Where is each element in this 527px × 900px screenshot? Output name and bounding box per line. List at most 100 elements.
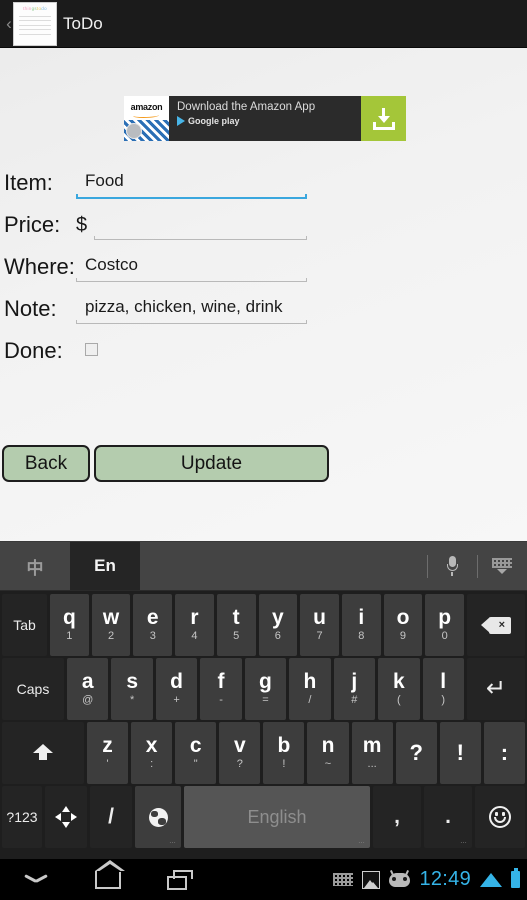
nav-back-button[interactable]	[0, 874, 72, 885]
screenshot-icon[interactable]	[362, 870, 381, 889]
key-colon[interactable]: :	[483, 722, 525, 784]
voice-input-button[interactable]	[427, 542, 477, 590]
key-a[interactable]: a @	[67, 658, 109, 720]
key-h-main: h	[303, 670, 317, 693]
app-icon[interactable]: thingstodo	[13, 2, 57, 46]
currency-symbol: $	[76, 214, 88, 236]
key-m[interactable]: m ...	[351, 722, 393, 784]
cyanogenmod-icon[interactable]	[389, 869, 411, 887]
key-question[interactable]: ?	[395, 722, 437, 784]
keyboard-status-icon[interactable]	[333, 873, 354, 886]
dpad-arrows-icon	[55, 806, 77, 828]
key-g-sub: =	[262, 694, 269, 706]
key-enter[interactable]: ↵	[466, 658, 525, 720]
key-i[interactable]: i 8	[341, 594, 381, 656]
back-button[interactable]: Back	[2, 445, 90, 482]
key-period-dots: …	[460, 838, 468, 845]
key-v[interactable]: v ?	[219, 722, 261, 784]
key-r[interactable]: r 4	[175, 594, 214, 656]
label-note: Note:	[4, 296, 57, 321]
key-t[interactable]: t 5	[216, 594, 256, 656]
amazon-circle-icon	[126, 123, 142, 139]
key-g-main: g	[259, 670, 272, 693]
hide-keyboard-button[interactable]	[477, 542, 527, 590]
key-tab-label: Tab	[13, 617, 36, 633]
key-exclamation[interactable]: !	[439, 722, 481, 784]
field-where[interactable]: Costco	[76, 250, 307, 282]
key-space-dots: …	[358, 838, 366, 845]
key-u[interactable]: u 7	[300, 594, 339, 656]
key-y[interactable]: y 6	[258, 594, 298, 656]
field-price[interactable]	[94, 208, 307, 240]
key-n[interactable]: n ~	[307, 722, 349, 784]
key-j[interactable]: j #	[333, 658, 376, 720]
update-button[interactable]: Update	[94, 445, 329, 482]
key-comma[interactable]: ,	[373, 786, 421, 848]
key-dpad[interactable]	[45, 786, 87, 848]
input-note-value[interactable]: pizza, chicken, wine, drink	[76, 292, 307, 323]
key-h[interactable]: h /	[289, 658, 331, 720]
key-u-main: u	[313, 606, 326, 629]
input-item-value[interactable]: Food	[76, 166, 307, 197]
key-space[interactable]: English …	[184, 786, 370, 848]
key-o[interactable]: o 9	[383, 594, 423, 656]
key-o-main: o	[396, 606, 410, 629]
key-comma-label: ,	[394, 805, 400, 828]
key-x[interactable]: x :	[131, 722, 173, 784]
key-l[interactable]: l )	[422, 658, 464, 720]
ad-banner[interactable]: amazon Download the Amazon App Google pl…	[124, 96, 406, 141]
key-f[interactable]: f -	[200, 658, 242, 720]
field-note[interactable]: pizza, chicken, wine, drink	[76, 292, 307, 324]
done-checkbox[interactable]	[85, 343, 98, 356]
key-s-main: s	[126, 670, 138, 693]
key-backspace[interactable]: ×	[467, 594, 526, 656]
recents-icon	[167, 869, 193, 890]
key-q-main: q	[62, 606, 76, 629]
battery-full-icon[interactable]	[511, 868, 520, 888]
ad-download-button[interactable]	[361, 96, 406, 141]
key-p-sub: 0	[441, 630, 448, 642]
nav-home-button[interactable]	[72, 859, 144, 889]
key-j-main: j	[351, 670, 358, 693]
key-c[interactable]: c "	[175, 722, 217, 784]
key-x-sub: :	[150, 758, 154, 770]
key-slash-label: /	[108, 805, 114, 828]
tab-english[interactable]: En	[70, 542, 140, 590]
key-symbols[interactable]: ?123	[2, 786, 42, 848]
key-period[interactable]: . …	[424, 786, 472, 848]
action-bar: ‹ thingstodo ToDo	[0, 0, 527, 48]
key-language-dots: …	[169, 838, 177, 845]
wifi-icon[interactable]	[480, 872, 502, 887]
key-language[interactable]: …	[135, 786, 181, 848]
key-c-main: c	[189, 734, 202, 757]
app-icon-text: thingstodo	[23, 6, 47, 11]
key-slash[interactable]: /	[90, 786, 132, 848]
label-where: Where:	[4, 254, 75, 279]
key-k[interactable]: k (	[378, 658, 420, 720]
key-emoji[interactable]	[475, 786, 525, 848]
form-row-note: Note: pizza, chicken, wine, drink	[0, 292, 527, 326]
key-shift[interactable]	[2, 722, 84, 784]
key-s[interactable]: s *	[111, 658, 153, 720]
input-where-value[interactable]: Costco	[76, 250, 307, 281]
tab-chinese[interactable]: 中	[0, 542, 70, 590]
key-caps[interactable]: Caps	[2, 658, 64, 720]
key-colon-label: :	[500, 740, 509, 765]
key-w[interactable]: w 2	[91, 594, 131, 656]
keyboard-toolbar: 中 En	[0, 542, 527, 591]
status-clock[interactable]: 12:49	[419, 868, 471, 891]
input-price-value[interactable]	[94, 208, 307, 239]
key-e[interactable]: e 3	[133, 594, 173, 656]
key-d[interactable]: d +	[155, 658, 198, 720]
home-icon	[95, 859, 125, 889]
key-p[interactable]: p 0	[425, 594, 465, 656]
key-q[interactable]: q 1	[50, 594, 89, 656]
key-b[interactable]: b !	[263, 722, 305, 784]
field-item[interactable]: Food	[76, 166, 307, 199]
key-z[interactable]: z '	[87, 722, 129, 784]
nav-recents-button[interactable]	[144, 869, 216, 890]
key-tab[interactable]: Tab	[2, 594, 47, 656]
key-g[interactable]: g =	[244, 658, 287, 720]
key-s-sub: *	[130, 694, 135, 706]
key-v-sub: ?	[236, 758, 243, 770]
